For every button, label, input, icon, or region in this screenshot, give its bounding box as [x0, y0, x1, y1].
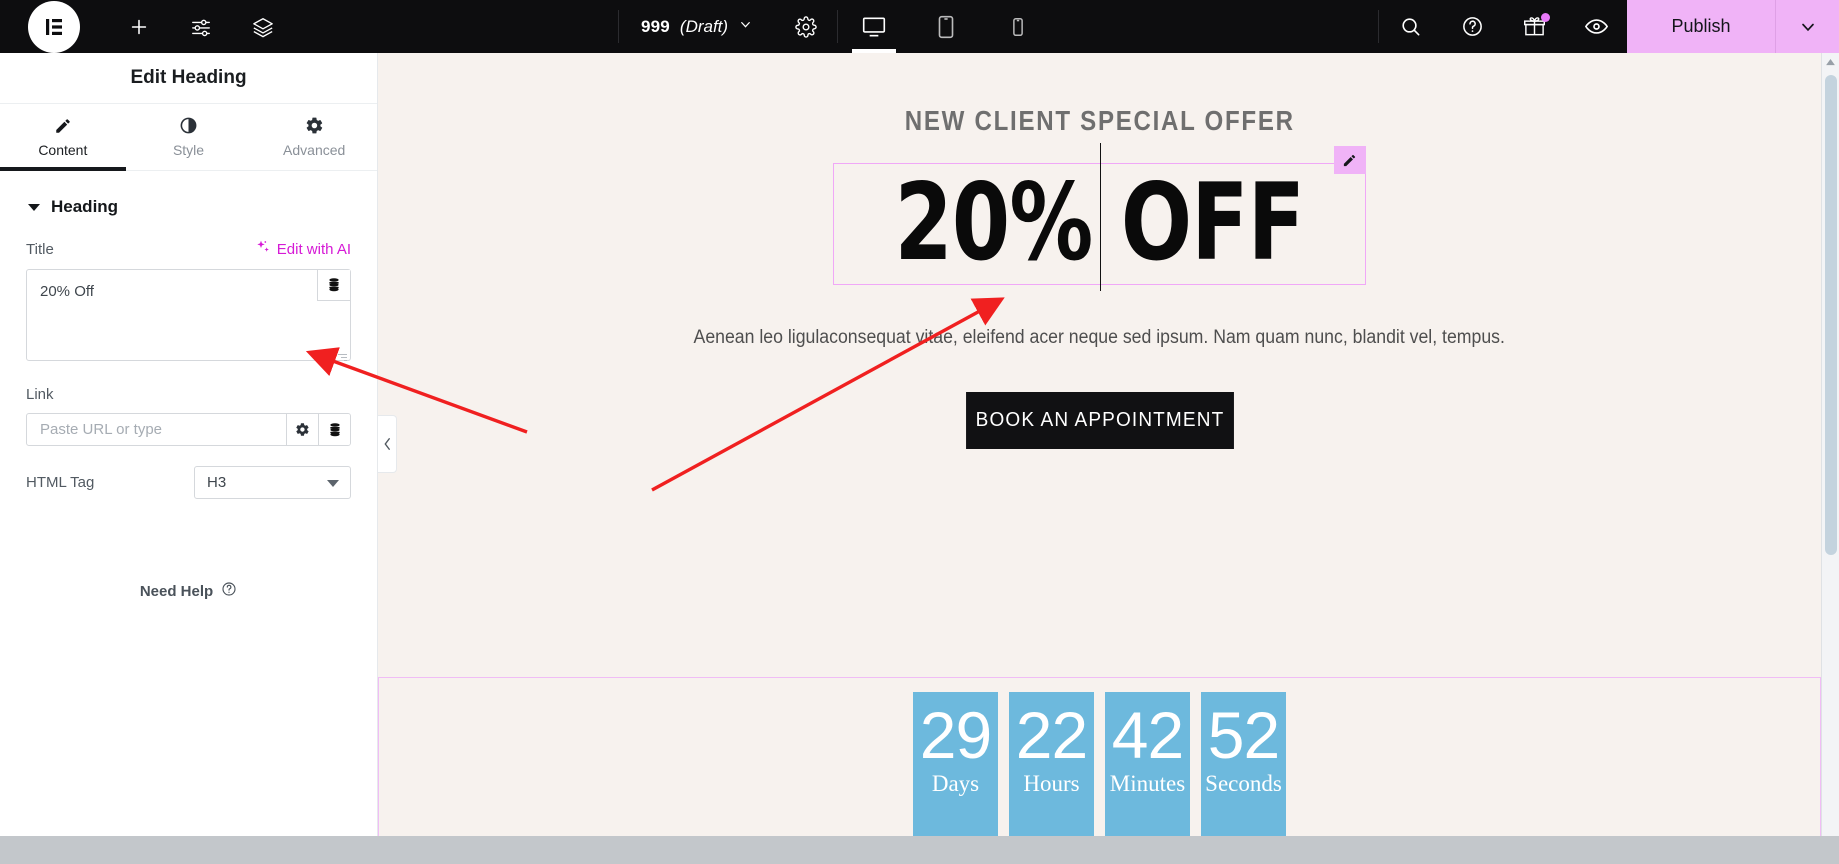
caret-down-icon	[327, 479, 339, 487]
document-status-dropdown[interactable]: 999 (Draft)	[619, 0, 775, 53]
heading-widget-selected[interactable]: 20% OFF	[833, 143, 1366, 291]
sparkles-icon	[255, 239, 271, 259]
scrollbar-thumb[interactable]	[1825, 75, 1837, 555]
title-field-label: Title	[26, 240, 54, 258]
device-mobile-button[interactable]	[982, 0, 1054, 53]
countdown-seconds-value: 52	[1207, 698, 1280, 772]
gear-icon	[305, 116, 324, 135]
preview-eye-icon[interactable]	[1565, 0, 1627, 53]
panel-content: Heading Title Edit with AI 20% Off Link …	[0, 171, 377, 601]
tab-style-label: Style	[172, 142, 205, 158]
tab-advanced[interactable]: Advanced	[251, 104, 377, 170]
section-heading-toggle[interactable]: Heading	[26, 171, 351, 239]
device-tablet-button[interactable]	[910, 0, 982, 53]
os-taskbar	[0, 836, 1839, 864]
document-id: 999	[640, 16, 670, 36]
countdown-days-label: Days	[931, 771, 980, 797]
widget-edit-badge[interactable]	[1333, 146, 1366, 174]
link-field-label: Link	[26, 386, 54, 403]
device-desktop-button[interactable]	[838, 0, 910, 53]
canvas-scrollbar[interactable]	[1821, 53, 1839, 864]
title-field: Title Edit with AI	[26, 239, 351, 366]
panel-title: Edit Heading	[0, 53, 377, 104]
elementor-logo-button[interactable]	[0, 0, 108, 53]
need-help-label: Need Help	[139, 582, 214, 600]
gift-icon[interactable]	[1503, 0, 1565, 53]
book-appointment-button[interactable]: BOOK AN APPOINTMENT	[965, 392, 1234, 449]
text-cursor	[1099, 143, 1101, 291]
tab-advanced-label: Advanced	[283, 142, 346, 158]
publish-button[interactable]: Publish	[1627, 0, 1776, 53]
hero-paragraph: Aenean leo ligulaconsequat vitae, eleife…	[693, 327, 1506, 348]
countdown-seconds-label: Seconds	[1205, 771, 1282, 797]
need-help-link[interactable]: Need Help	[26, 581, 351, 601]
pencil-icon	[54, 116, 72, 135]
search-icon[interactable]	[1379, 0, 1441, 53]
title-dynamic-tags-button[interactable]	[317, 270, 350, 301]
chevron-down-icon	[738, 17, 753, 37]
section-heading-label: Heading	[51, 197, 119, 216]
link-options-gear-icon[interactable]	[286, 414, 318, 445]
countdown-hours-label: Hours	[1023, 771, 1080, 797]
top-toolbar: 999 (Draft) Publish	[0, 0, 1839, 53]
publish-options-button[interactable]	[1775, 0, 1839, 53]
hero-section: NEW CLIENT SPECIAL OFFER 20% OFF Aenean …	[378, 53, 1821, 678]
html-tag-value: H3	[207, 474, 227, 491]
title-input[interactable]	[26, 269, 351, 361]
elementor-logo-icon	[28, 0, 80, 53]
page-settings-gear-icon[interactable]	[775, 0, 837, 53]
countdown-days-value: 29	[919, 698, 992, 772]
panel-tabs: Content Style Advanced	[0, 104, 377, 171]
add-element-button[interactable]	[108, 0, 170, 53]
notification-dot	[1541, 13, 1551, 22]
edit-with-ai-button[interactable]: Edit with AI	[255, 239, 351, 259]
elementor-editor: 999 (Draft) Publish Edit Heading Content…	[0, 0, 1839, 864]
widget-settings-panel: Edit Heading Content Style Advanced Head…	[0, 53, 378, 836]
sliders-icon[interactable]	[170, 0, 232, 53]
countdown-minutes-value: 42	[1111, 698, 1184, 772]
scroll-up-arrow-icon[interactable]	[1822, 53, 1839, 71]
tab-content-label: Content	[38, 142, 88, 158]
question-circle-icon	[221, 581, 237, 601]
help-icon[interactable]	[1441, 0, 1503, 53]
link-field: Link	[26, 386, 351, 446]
contrast-circle-icon	[179, 116, 198, 135]
link-input[interactable]	[27, 414, 286, 445]
html-tag-field: HTML Tag H3	[26, 466, 351, 499]
page-canvas: NEW CLIENT SPECIAL OFFER 20% OFF Aenean …	[378, 53, 1821, 864]
link-dynamic-tags-button[interactable]	[318, 414, 350, 445]
device-preview-switcher	[838, 0, 1054, 53]
toolbar-right-actions: Publish	[1379, 0, 1839, 53]
layers-icon[interactable]	[232, 0, 294, 53]
tab-content[interactable]: Content	[0, 104, 126, 171]
html-tag-label: HTML Tag	[26, 474, 95, 491]
hero-eyebrow: NEW CLIENT SPECIAL OFFER	[904, 105, 1295, 136]
edit-with-ai-label: Edit with AI	[276, 240, 351, 258]
document-status: (Draft)	[679, 16, 729, 36]
countdown-hours-value: 22	[1015, 698, 1088, 772]
panel-collapse-handle[interactable]	[378, 415, 397, 473]
countdown-minutes-label: Minutes	[1109, 771, 1186, 797]
tab-style[interactable]: Style	[126, 104, 252, 170]
html-tag-select[interactable]: H3	[194, 466, 351, 499]
caret-down-icon	[28, 203, 40, 211]
